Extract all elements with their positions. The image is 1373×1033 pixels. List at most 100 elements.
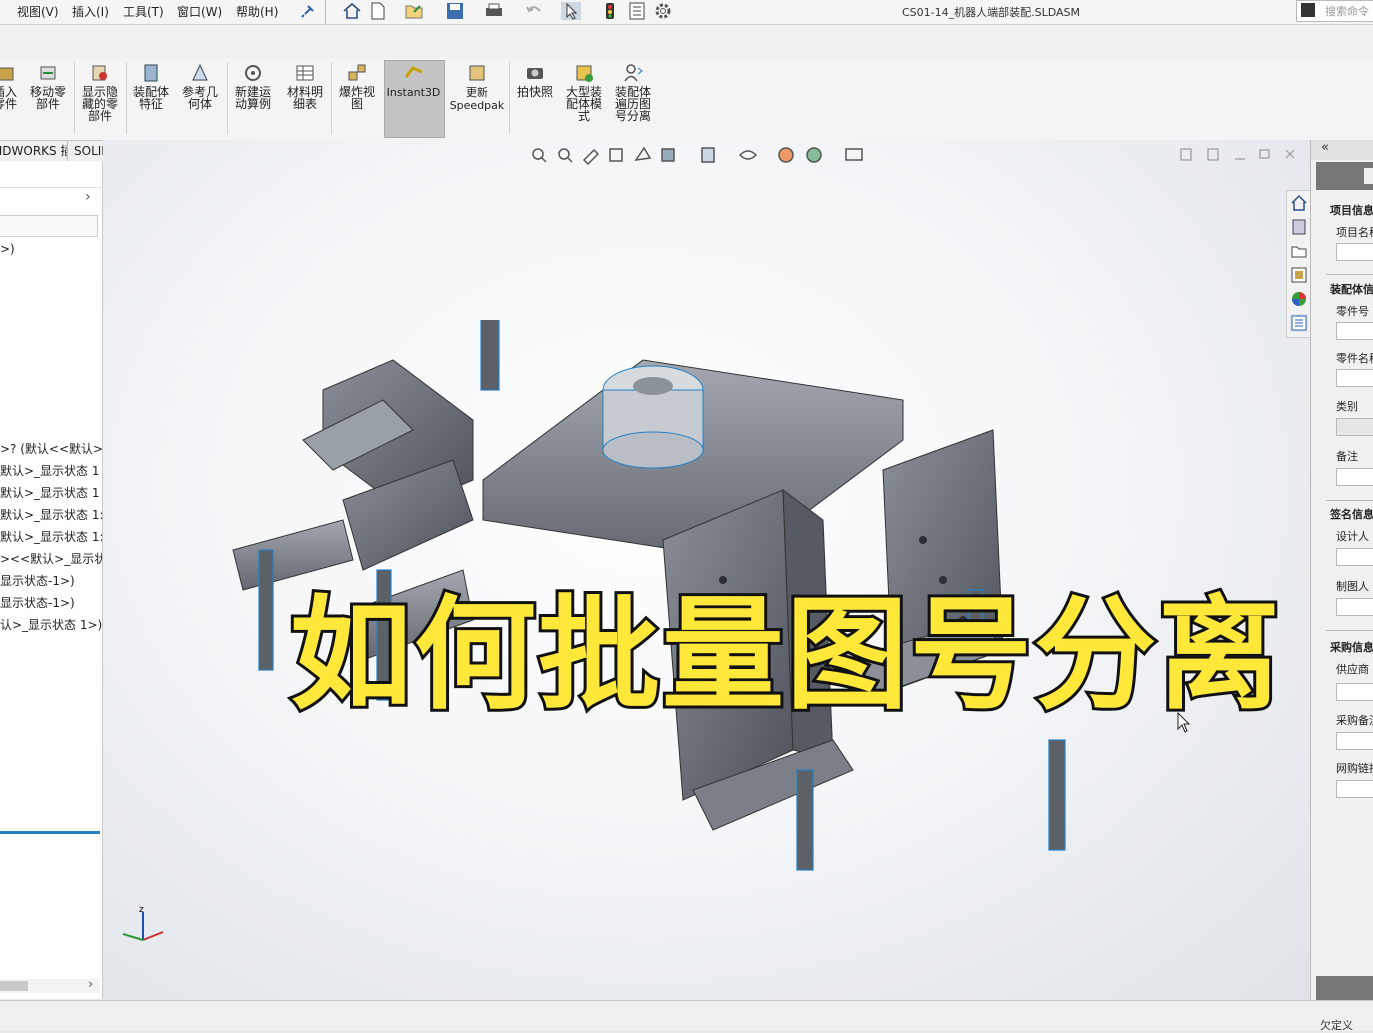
cmd-label: 新建运 动算例 [234, 85, 271, 111]
view-palette-icon[interactable] [1290, 266, 1308, 284]
cmd-reference-geometry[interactable]: 参考几 何体 [177, 62, 223, 110]
horizontal-scrollbar[interactable]: › [0, 977, 100, 993]
cmd-move-component[interactable]: 移动零 部件 [26, 62, 70, 110]
part-name-label: 零件名称 [1336, 352, 1373, 365]
tab-solidworks-addins[interactable]: SOLIDWORKS 插件 [0, 140, 68, 162]
cmd-large-assembly[interactable]: 大型装 配体模 式 [561, 62, 607, 122]
tree-item[interactable]: 默认>_显示状态 1 [0, 462, 100, 479]
heads-up-view-toolbar[interactable] [528, 144, 878, 168]
status-bar: 欠定义 [0, 1000, 1373, 1032]
custom-properties-icon[interactable] [1290, 314, 1308, 332]
pin-icon[interactable] [300, 3, 320, 21]
cmd-instant3d[interactable]: Instant3D [384, 62, 443, 99]
purchase-remark-field[interactable] [1336, 732, 1373, 750]
panel-title-bar [1316, 162, 1373, 190]
tree-item[interactable]: >? (默认<<默认>_ [0, 440, 102, 457]
search-icon [1301, 3, 1315, 17]
save-icon[interactable] [445, 2, 465, 20]
file-properties-icon[interactable] [628, 2, 648, 20]
designer-field[interactable] [1336, 548, 1373, 566]
title-banner: 如何批量图号分离 [281, 580, 1291, 730]
cmd-label: 材料明 细表 [286, 85, 323, 111]
reference-geometry-icon [189, 62, 211, 84]
cmd-exploded-view[interactable]: 爆炸视 图 [334, 62, 380, 110]
scroll-right-icon[interactable]: › [88, 977, 93, 992]
tree-filter-input[interactable] [0, 215, 98, 237]
tree-item[interactable]: 显示状态-1>) [0, 594, 75, 611]
cmd-insert-part[interactable]: 插入 零件 [0, 62, 20, 110]
project-name-field[interactable] [1336, 243, 1373, 261]
part-name-field[interactable] [1336, 369, 1373, 387]
show-hidden-icon [89, 62, 111, 84]
drafter-field[interactable] [1336, 598, 1373, 616]
print-icon[interactable] [484, 2, 504, 20]
tree-item[interactable]: 默认>_显示状态 1 [0, 484, 100, 501]
cmd-label: 插入 零件 [0, 85, 17, 111]
cmd-speedpak[interactable]: 更新 Speedpak [448, 62, 506, 112]
menu-insert[interactable]: 插入(I) [72, 3, 109, 20]
menu-bar: 视图(V) 插入(I) 工具(T) 窗口(W) 帮助(H) CS01-14_机器… [0, 0, 1373, 25]
chevron-right-icon[interactable]: › [85, 189, 91, 205]
appearances-icon[interactable] [1290, 290, 1308, 308]
tree-item[interactable]: 显示状态-1>) [0, 572, 75, 589]
separator [331, 62, 332, 134]
part-no-field[interactable] [1336, 322, 1373, 340]
cmd-bom[interactable]: 材料明 细表 [282, 62, 328, 110]
open-file-icon[interactable] [404, 2, 424, 20]
remark-label: 备注 [1336, 450, 1358, 463]
cmd-motion-study[interactable]: 新建运 动算例 [230, 62, 276, 110]
design-library-icon[interactable] [1290, 218, 1308, 236]
tree-item[interactable]: 默认>_显示状态 1: [0, 506, 102, 523]
search-placeholder: 搜索命令 [1325, 5, 1369, 18]
exploded-view-icon [346, 62, 368, 84]
file-explorer-icon[interactable] [1290, 242, 1308, 260]
web-link-field[interactable] [1336, 780, 1373, 798]
custom-properties-panel: « 项目信息 项目名称 装配体信息 零件号 零件名称 类别 备注 签名信息 设计… [1310, 140, 1373, 1012]
options-gear-icon[interactable] [654, 2, 674, 20]
command-manager: 插入 零件 移动零 部件 显示隐 藏的零 部件 装配体 特征 参考几 何体 新建… [0, 58, 1373, 141]
cmd-label: 装配体 遍历图 号分离 [614, 85, 651, 123]
cmd-label: 移动零 部件 [29, 85, 66, 111]
new-file-icon[interactable] [368, 2, 388, 20]
home-icon[interactable] [342, 2, 362, 20]
cmd-snapshot[interactable]: 拍快照 [513, 62, 557, 98]
speedpak-icon [466, 62, 488, 84]
instant3d-icon [403, 62, 425, 84]
remark-field[interactable] [1336, 468, 1373, 486]
project-info-header: 项目信息 [1330, 204, 1373, 217]
tree-item[interactable]: >) [0, 242, 15, 256]
tree-item[interactable]: 默认>_显示状态 1: [0, 528, 102, 545]
menu-window[interactable]: 窗口(W) [177, 3, 222, 20]
cmd-label: Instant3D [386, 86, 441, 99]
menu-tools[interactable]: 工具(T) [123, 3, 164, 20]
graphics-viewport[interactable]: z 如何批量图号分离 [103, 140, 1310, 1000]
cmd-traverse-separate[interactable]: 装配体 遍历图 号分离 [610, 62, 656, 122]
panel-header: « [1311, 140, 1373, 160]
tree-item[interactable]: ><<默认>_显示状 [0, 550, 102, 567]
select-icon[interactable] [561, 2, 581, 20]
menu-view[interactable]: 视图(V) [17, 3, 59, 20]
traffic-light-icon[interactable] [603, 2, 623, 20]
separator [126, 62, 127, 134]
panel-splitter[interactable] [0, 831, 100, 834]
project-name-label: 项目名称 [1336, 226, 1373, 239]
axis-triad-icon: z [122, 905, 164, 941]
search-input[interactable]: 搜索命令 [1296, 0, 1373, 22]
purchase-header: 采购信息 [1330, 641, 1373, 654]
tree-item[interactable]: 认>_显示状态 1>) [0, 616, 102, 633]
undo-icon[interactable] [524, 2, 544, 20]
separator [74, 62, 75, 134]
cmd-label: 参考几 何体 [181, 85, 218, 111]
bom-icon [294, 62, 316, 84]
category-select[interactable] [1336, 418, 1373, 436]
collapse-panel-icon[interactable]: « [1321, 140, 1329, 155]
insert-part-icon [0, 62, 16, 84]
supplier-field[interactable] [1336, 683, 1373, 701]
menu-help[interactable]: 帮助(H) [236, 3, 278, 20]
viewport-window-controls[interactable] [1178, 147, 1298, 163]
move-component-icon [37, 62, 59, 84]
cmd-assembly-feature[interactable]: 装配体 特征 [129, 62, 173, 110]
home-icon[interactable] [1290, 194, 1308, 212]
supplier-label: 供应商 [1336, 663, 1369, 676]
cmd-show-hidden[interactable]: 显示隐 藏的零 部件 [78, 62, 122, 122]
